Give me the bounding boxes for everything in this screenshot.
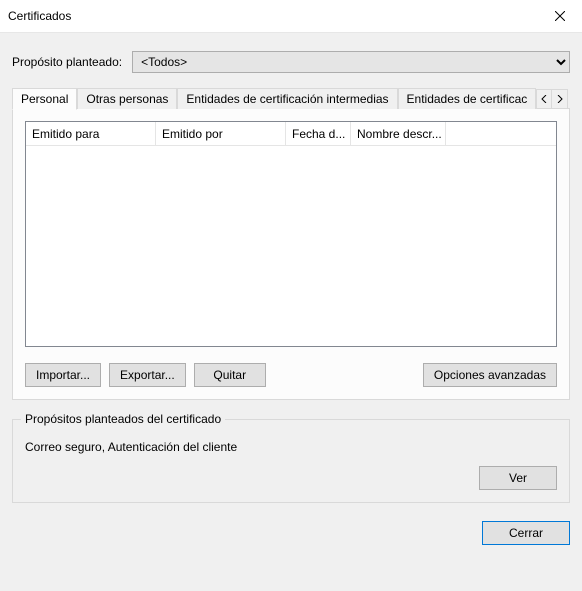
remove-button[interactable]: Quitar: [194, 363, 266, 387]
import-button[interactable]: Importar...: [25, 363, 101, 387]
tab-intermediate-cas[interactable]: Entidades de certificación intermedias: [177, 88, 397, 109]
column-expiry-date[interactable]: Fecha d...: [286, 122, 351, 146]
tab-label: Personal: [21, 92, 68, 106]
close-button[interactable]: Cerrar: [482, 521, 570, 545]
spacer: [274, 363, 415, 387]
certificates-dialog: Certificados Propósito planteado: <Todos…: [0, 0, 582, 591]
listview-body[interactable]: [26, 146, 556, 346]
column-issued-to[interactable]: Emitido para: [26, 122, 156, 146]
tab-label: Entidades de certificación intermedias: [186, 92, 388, 106]
dialog-footer: Cerrar: [12, 521, 570, 545]
titlebar: Certificados: [0, 0, 582, 32]
intended-purposes-groupbox: Propósitos planteados del certificado Co…: [12, 419, 570, 503]
tab-other-people[interactable]: Otras personas: [77, 88, 177, 109]
chevron-left-icon: [541, 95, 547, 103]
purpose-label: Propósito planteado:: [12, 55, 122, 69]
window-title: Certificados: [8, 9, 71, 23]
certificate-listview[interactable]: Emitido para Emitido por Fecha d... Nomb…: [25, 121, 557, 347]
groupbox-actions: Ver: [25, 466, 557, 490]
view-button[interactable]: Ver: [479, 466, 557, 490]
column-issued-by[interactable]: Emitido por: [156, 122, 286, 146]
purpose-select[interactable]: <Todos>: [132, 51, 570, 73]
column-label: Nombre descr...: [357, 127, 442, 141]
window-close-button[interactable]: [537, 1, 582, 31]
tab-scroll-arrows: [536, 89, 568, 109]
column-label: Emitido por: [162, 127, 223, 141]
chevron-right-icon: [557, 95, 563, 103]
client-area: Propósito planteado: <Todos> Personal Ot…: [0, 32, 582, 591]
tab-scroll-right-button[interactable]: [552, 89, 568, 109]
tab-page-personal: Emitido para Emitido por Fecha d... Nomb…: [12, 108, 570, 400]
purpose-row: Propósito planteado: <Todos>: [12, 51, 570, 73]
tab-control: Personal Otras personas Entidades de cer…: [12, 87, 570, 401]
list-buttons-row: Importar... Exportar... Quitar Opciones …: [25, 363, 557, 387]
listview-header: Emitido para Emitido por Fecha d... Nomb…: [26, 122, 556, 146]
column-filler: [446, 122, 556, 146]
tabstrip: Personal Otras personas Entidades de cer…: [12, 87, 570, 109]
tab-scroll-left-button[interactable]: [536, 89, 552, 109]
tab-label: Entidades de certificac: [407, 92, 528, 106]
intended-purposes-value: Correo seguro, Autenticación del cliente: [25, 440, 557, 454]
export-button[interactable]: Exportar...: [109, 363, 186, 387]
advanced-options-button[interactable]: Opciones avanzadas: [423, 363, 557, 387]
tab-label: Otras personas: [86, 92, 168, 106]
column-label: Fecha d...: [292, 127, 345, 141]
column-friendly-name[interactable]: Nombre descr...: [351, 122, 446, 146]
close-icon: [555, 11, 565, 21]
column-label: Emitido para: [32, 127, 99, 141]
purpose-select-wrap: <Todos>: [132, 51, 570, 73]
tab-root-cas[interactable]: Entidades de certificac: [398, 88, 537, 109]
tab-personal[interactable]: Personal: [12, 88, 77, 110]
groupbox-legend: Propósitos planteados del certificado: [21, 412, 225, 426]
